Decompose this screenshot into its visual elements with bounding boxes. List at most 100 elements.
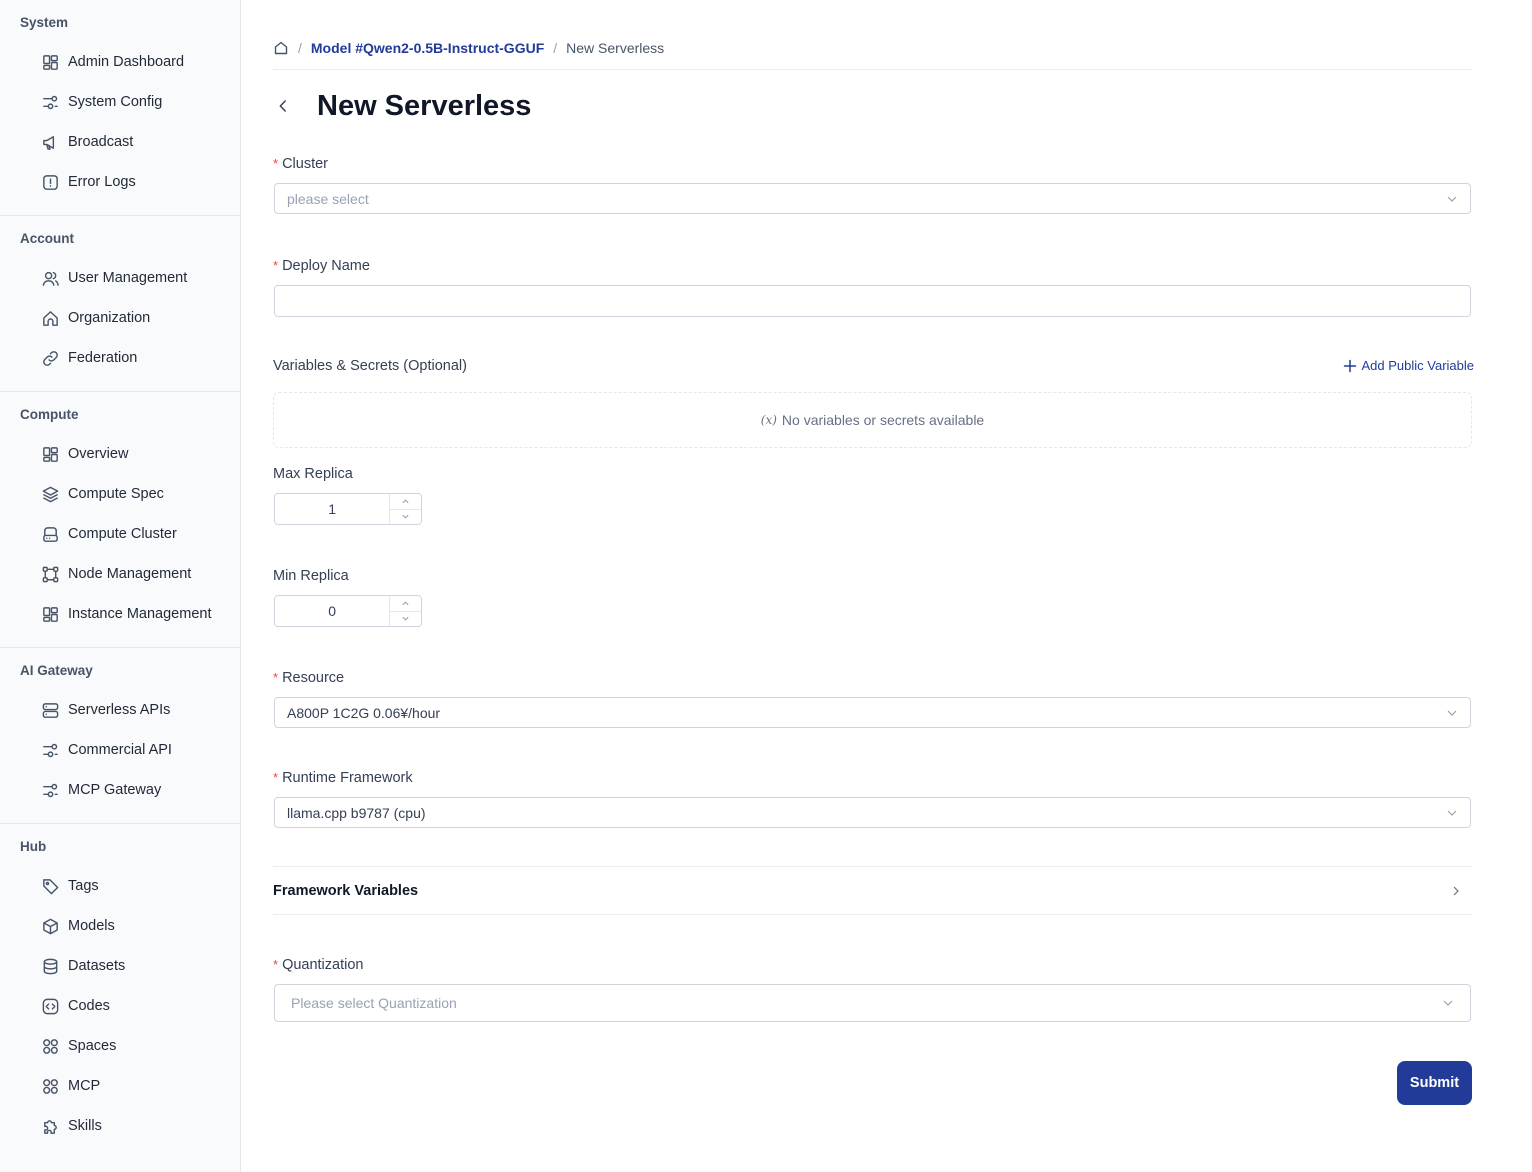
sidebar-item-commercial-api[interactable]: Commercial API [0,730,240,770]
sidebar-item-error-logs[interactable]: Error Logs [0,162,240,202]
framework-variables-title: Framework Variables [273,882,419,899]
sidebar-item-system-config[interactable]: System Config [0,82,240,122]
sidebar-section-title: System [20,15,69,30]
users-icon [40,268,60,288]
resource-label: * Resource [273,670,344,686]
variables-title: Variables & Secrets (Optional) [273,358,467,374]
grid-circles-icon [40,1076,60,1096]
page-title: New Serverless [317,89,532,122]
sidebar-section: System Admin Dashboard System Config Broadc… [0,0,240,216]
dataflow-icon [40,564,60,584]
plus-icon [1343,359,1357,373]
max-replica-value[interactable]: 1 [275,494,391,524]
chevron-down-icon [1446,707,1458,719]
alert-square-icon [40,172,60,192]
sidebar-item-label: Compute Cluster [68,526,177,542]
sidebar-item-codes[interactable]: Codes [0,986,240,1026]
dashboard-icon [40,604,60,624]
variables-empty-text: No variables or secrets available [781,412,985,428]
sidebar-item-broadcast[interactable]: Broadcast [0,122,240,162]
sidebar-item-serverless-apis[interactable]: Serverless APIs [0,690,240,730]
submit-button[interactable]: Submit [1397,1061,1472,1105]
sliders-icon [40,740,60,760]
sidebar-section: Account User Management Organization Federa… [0,216,240,392]
layers-icon [40,484,60,504]
sidebar-item-label: Compute Spec [68,486,164,502]
sidebar-item-spaces[interactable]: Spaces [0,1026,240,1066]
sidebar-item-label: User Management [68,270,188,286]
code-square-icon [40,996,60,1016]
link-icon [40,348,60,368]
sidebar-section-title: Hub [20,839,47,854]
megaphone-icon [40,132,60,152]
sidebar-item-label: Admin Dashboard [68,54,185,70]
sidebar-item-mcp[interactable]: MCP [0,1066,240,1106]
sidebar-item-tags[interactable]: Tags [0,866,240,906]
deploy-name-input[interactable] [274,285,1471,317]
sidebar-item-federation[interactable]: Federation [0,338,240,378]
cluster-select[interactable]: please select [274,183,1471,214]
sidebar-section-title: AI Gateway [20,663,93,678]
sidebar-item-models[interactable]: Models [0,906,240,946]
sidebar-item-compute-spec[interactable]: Compute Spec [0,474,240,514]
sidebar-item-compute-cluster[interactable]: Compute Cluster [0,514,240,554]
page-header: New Serverless [273,88,531,124]
sidebar-item-mcp-gateway[interactable]: MCP Gateway [0,770,240,810]
deploy-name-label-text: Deploy Name [282,258,370,274]
database-icon [40,956,60,976]
resource-value: A800P 1C2G 0.06¥/hour [287,704,441,721]
stepper-arrows [390,596,421,626]
decrement-icon[interactable] [390,612,421,627]
sidebar-item-admin-dashboard[interactable]: Admin Dashboard [0,42,240,82]
sidebar-section: Hub Tags Models Datasets Codes Spaces MCP Skill… [0,824,240,1146]
sidebar-item-organization[interactable]: Organization [0,298,240,338]
required-mark: * [273,258,279,273]
sidebar-section: Compute Overview Compute Spec Compute Clust… [0,392,240,648]
sliders-icon [40,92,60,112]
max-replica-stepper[interactable]: 1 [274,493,422,525]
sidebar-item-label: Tags [68,878,99,894]
min-replica-stepper[interactable]: 0 [274,595,422,627]
server-icon [40,700,60,720]
resource-label-text: Resource [282,670,345,686]
sidebar-item-label: Error Logs [68,174,136,190]
chevron-left-icon[interactable] [273,96,293,116]
add-public-variable-button[interactable]: Add Public Variable [1343,358,1474,373]
sidebar-item-label: Organization [68,310,151,326]
sidebar-item-datasets[interactable]: Datasets [0,946,240,986]
cluster-placeholder: please select [287,190,369,207]
sidebar-item-skills[interactable]: Skills [0,1106,240,1146]
quantization-select[interactable]: Please select Quantization [274,984,1471,1022]
sidebar-item-user-management[interactable]: User Management [0,258,240,298]
sidebar-item-label: Serverless APIs [68,702,171,718]
sidebar-item-label: Datasets [68,958,126,974]
runtime-framework-select[interactable]: llama.cpp b9787 (cpu) [274,797,1471,828]
chevron-down-icon [1446,193,1458,205]
breadcrumb: / Model #Qwen2-0.5B-Instruct-GGUF / New … [273,38,664,58]
min-replica-value[interactable]: 0 [275,596,391,626]
framework-variables-collapse[interactable]: Framework Variables [273,866,1472,915]
sidebar-item-instance-management[interactable]: Instance Management [0,594,240,634]
sidebar-section: AI Gateway Serverless APIs Commercial API M… [0,648,240,824]
increment-icon[interactable] [390,596,421,612]
increment-icon[interactable] [390,494,421,510]
runtime-framework-label-text: Runtime Framework [282,770,413,786]
cube-icon [40,916,60,936]
sidebar-item-label: Codes [68,998,110,1014]
decrement-icon[interactable] [390,510,421,525]
sidebar-item-overview[interactable]: Overview [0,434,240,474]
breadcrumb-divider [273,69,1472,70]
breadcrumb-model-link[interactable]: Model #Qwen2-0.5B-Instruct-GGUF [311,40,544,56]
breadcrumb-separator: / [298,40,302,56]
chevron-down-icon [1446,807,1458,819]
deploy-name-label: * Deploy Name [273,258,370,274]
tag-icon [40,876,60,896]
resource-select[interactable]: A800P 1C2G 0.06¥/hour [274,697,1471,728]
organization-icon [40,308,60,328]
home-icon[interactable] [273,40,289,56]
sidebar-item-node-management[interactable]: Node Management [0,554,240,594]
quantization-placeholder: Please select Quantization [291,995,457,1011]
